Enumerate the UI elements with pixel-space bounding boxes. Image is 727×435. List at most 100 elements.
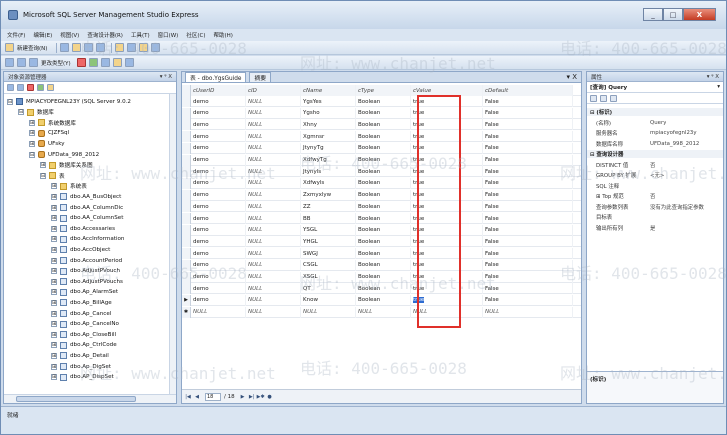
table-cell[interactable]: demo <box>191 107 246 119</box>
next-record-button[interactable]: ▶ <box>239 393 247 401</box>
table-cell[interactable]: Boolean <box>356 294 411 306</box>
last-record-button[interactable]: ▶| <box>248 393 256 401</box>
table-cell[interactable]: XSGL <box>301 271 356 283</box>
expand-toggle-icon[interactable]: ⊞ <box>51 278 57 285</box>
row-selector[interactable] <box>182 271 191 283</box>
expand-toggle-icon[interactable]: ⊞ <box>51 299 57 306</box>
new-file-icon[interactable] <box>60 43 70 52</box>
table-cell[interactable]: demo <box>191 236 246 248</box>
tree-node[interactable]: ⊞ dbo.Ap_DigSet <box>51 361 111 372</box>
property-row[interactable]: ⊞ Top 规范 否 <box>587 191 723 201</box>
row-selector[interactable]: ▶ <box>182 294 191 306</box>
tree-node[interactable]: ⊞ dbo.AA_ColumnDic <box>51 202 123 213</box>
table-cell[interactable]: False <box>483 248 573 260</box>
table-cell[interactable]: NULL <box>246 283 301 295</box>
current-record-input[interactable]: 18 <box>205 392 221 401</box>
table-row[interactable]: demo NULL YgsYes Boolean true False <box>182 96 581 107</box>
expand-toggle-icon[interactable]: ⊞ <box>51 321 57 328</box>
menu-file[interactable]: 文件(F) <box>7 31 25 39</box>
row-selector[interactable] <box>182 107 191 119</box>
table-cell[interactable]: False <box>483 236 573 248</box>
table-cell[interactable]: Boolean <box>356 154 411 166</box>
expand-toggle-icon[interactable]: ⊞ <box>40 162 46 169</box>
table-cell[interactable]: demo <box>191 142 246 154</box>
table-cell[interactable]: demo <box>191 259 246 271</box>
table-cell[interactable]: Boolean <box>356 142 411 154</box>
property-row[interactable]: 目标表 <box>587 212 723 222</box>
categorized-icon[interactable] <box>590 94 597 102</box>
table-cell[interactable]: demo <box>191 119 246 131</box>
scrollbar-thumb[interactable] <box>16 396 136 402</box>
table-cell[interactable]: Boolean <box>356 248 411 260</box>
row-selector[interactable] <box>182 154 191 166</box>
row-selector[interactable] <box>182 224 191 236</box>
property-pages-icon[interactable] <box>610 94 617 102</box>
alphabetical-icon[interactable] <box>600 94 607 102</box>
tree-node[interactable]: ⊟ 表 <box>40 170 65 181</box>
table-cell[interactable]: Boolean <box>356 189 411 201</box>
property-value[interactable]: UFData_998_2012 <box>647 141 699 147</box>
expand-toggle-icon[interactable]: ⊞ <box>51 193 57 200</box>
table-cell[interactable]: False <box>483 189 573 201</box>
tree-node[interactable]: ⊞ 系统表 <box>51 181 87 192</box>
add-derived-table-icon[interactable] <box>124 58 134 67</box>
column-header[interactable]: cDefault <box>483 85 573 96</box>
tree-node[interactable]: ⊞ dbo.Ap_Cancel <box>51 308 111 319</box>
table-row[interactable]: demo NULL CSGL Boolean true False <box>182 259 581 271</box>
property-value[interactable]: <无> <box>647 171 664 179</box>
table-cell[interactable]: NULL <box>246 271 301 283</box>
table-cell[interactable]: ZZ <box>301 201 356 213</box>
table-cell[interactable]: YHGL <box>301 236 356 248</box>
tree-node[interactable]: ⊞ dbo.AP_DispSet <box>51 372 114 383</box>
table-cell[interactable]: demo <box>191 224 246 236</box>
row-selector[interactable] <box>182 248 191 260</box>
menu-window[interactable]: 窗口(W) <box>158 31 179 39</box>
table-cell[interactable]: YSGL <box>301 224 356 236</box>
expand-toggle-icon[interactable]: ⊞ <box>51 225 57 232</box>
table-cell[interactable]: NULL <box>246 248 301 260</box>
tree-node[interactable]: ⊞ dbo.AA_BusObject <box>51 191 121 202</box>
table-cell[interactable]: False <box>483 177 573 189</box>
table-cell[interactable]: False <box>483 142 573 154</box>
tree-node[interactable]: ⊞ dbo.AccInformation <box>51 234 124 245</box>
menu-help[interactable]: 帮助(H) <box>213 31 232 39</box>
table-cell[interactable]: False <box>483 294 573 306</box>
table-cell[interactable]: demo <box>191 271 246 283</box>
table-cell[interactable]: False <box>483 166 573 178</box>
table-cell[interactable]: demo <box>191 177 246 189</box>
object-explorer-icon[interactable] <box>115 43 125 52</box>
table-cell[interactable]: NULL <box>246 131 301 143</box>
table-cell[interactable]: False <box>483 271 573 283</box>
tree-node[interactable]: ⊟ UFData_998_2012 <box>29 149 99 160</box>
table-row[interactable]: demo NULL Jtynyls Boolean true False <box>182 166 581 178</box>
table-cell[interactable]: SWGJ <box>301 248 356 260</box>
tree-node[interactable]: ⊞ dbo.Ap_AlarmSet <box>51 287 118 298</box>
row-selector[interactable] <box>182 259 191 271</box>
table-cell[interactable]: Xhny <box>301 119 356 131</box>
tab-ygsguide[interactable]: 表 - dbo.YgsGuide <box>185 72 247 82</box>
change-type-button[interactable]: 更改类型(Y) <box>41 59 71 67</box>
row-selector[interactable] <box>182 131 191 143</box>
table-cell[interactable]: NULL <box>246 259 301 271</box>
tree-node[interactable]: ⊞ dbo.Accessaries <box>51 223 115 234</box>
table-cell[interactable]: False <box>483 201 573 213</box>
refresh-icon[interactable] <box>37 84 44 91</box>
table-cell[interactable]: NULL <box>246 119 301 131</box>
row-selector[interactable] <box>182 142 191 154</box>
expand-toggle-icon[interactable]: ⊟ <box>7 98 13 105</box>
prev-record-button[interactable]: ◀ <box>193 393 201 401</box>
row-selector[interactable]: ✱ <box>182 306 191 318</box>
row-selector[interactable] <box>182 236 191 248</box>
table-cell[interactable]: demo <box>191 213 246 224</box>
open-file-icon[interactable] <box>72 43 82 52</box>
tree-node[interactable]: ⊞ 系统数据库 <box>29 117 76 128</box>
table-cell[interactable]: Boolean <box>356 271 411 283</box>
table-cell[interactable]: NULL <box>246 142 301 154</box>
menu-view[interactable]: 视图(V) <box>60 31 79 39</box>
expand-toggle-icon[interactable]: ⊟ <box>40 172 46 179</box>
tree-node[interactable]: ⊞ dbo.Ap_Detail <box>51 350 109 361</box>
table-cell[interactable]: NULL <box>246 201 301 213</box>
property-row[interactable]: GROUP BY 扩展 <无> <box>587 170 723 180</box>
maximize-button[interactable]: □ <box>663 8 683 21</box>
table-cell[interactable]: CSGL <box>301 259 356 271</box>
